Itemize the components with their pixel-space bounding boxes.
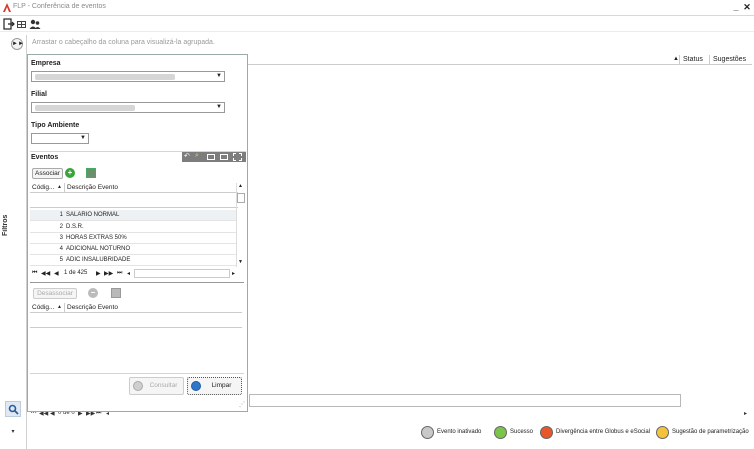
eventos-filter-row[interactable]: [30, 195, 238, 208]
associar-button[interactable]: Associar: [32, 168, 63, 179]
chevron-down-icon: ▼: [216, 73, 222, 79]
filial-select[interactable]: ▼: [31, 102, 225, 113]
legend-label: Sugestão de parametrização: [672, 429, 749, 435]
row-description: ADIC INSALUBRIDADE: [66, 257, 131, 263]
pager-next-button[interactable]: ▶: [96, 270, 101, 277]
legend-dot-success: [494, 426, 507, 439]
table-row[interactable]: 4 ADICIONAL NOTURNO: [30, 244, 236, 255]
row-description: HORAS EXTRAS 50%: [66, 235, 127, 241]
filters-panel: Empresa ▼ Filial ▼ Tipo Ambiente ▼ Event…: [27, 54, 248, 412]
column-descricao[interactable]: Descrição Evento: [67, 184, 118, 191]
associados-grid-header: Códig... ▲ Descrição Evento: [30, 303, 242, 313]
column-codigo[interactable]: Códig...: [32, 184, 54, 191]
table-row[interactable]: 1 SALARIO NORMAL: [30, 210, 236, 221]
columns-icon[interactable]: [220, 154, 228, 160]
eventos-grid-header: Códig... ▲ Descrição Evento: [30, 183, 238, 193]
row-description: SALARIO NORMAL: [66, 212, 120, 218]
expand-icon[interactable]: [233, 153, 242, 161]
filial-label: Filial: [31, 91, 47, 98]
empresa-label: Empresa: [31, 60, 61, 67]
export-icon[interactable]: [16, 18, 28, 30]
users-icon[interactable]: [29, 18, 41, 30]
tipo-ambiente-select[interactable]: ▼: [31, 133, 89, 144]
limpar-label: Limpar: [211, 382, 232, 389]
eventos-toolbar: ↶ ⌕: [182, 152, 246, 162]
row-code: 3: [59, 235, 63, 241]
legend-label: Divergência entre Globus e eSocial: [556, 429, 651, 435]
chevron-down-icon: ▼: [80, 135, 86, 141]
pager-scroll-track[interactable]: [134, 269, 230, 278]
row-description: D.S.R.: [66, 224, 84, 230]
table-add-icon[interactable]: [86, 168, 96, 178]
expand-panel-button[interactable]: ►►: [11, 38, 24, 50]
legend-label: Sucesso: [510, 429, 534, 435]
table-row[interactable]: 5 ADIC INSALUBRIDADE: [30, 255, 236, 266]
undo-icon[interactable]: ↶: [184, 152, 190, 160]
pager-status: 1 de 425: [64, 270, 88, 276]
footer-filter-input[interactable]: [249, 394, 681, 407]
table-remove-icon[interactable]: [111, 288, 121, 298]
legend-item: Sugestão de parametrização: [656, 426, 752, 440]
exit-icon[interactable]: [3, 18, 15, 30]
column-sugestoes[interactable]: Sugestões: [709, 55, 752, 65]
empresa-select[interactable]: ▼: [31, 71, 225, 82]
pager-first-button[interactable]: ⏮: [32, 270, 37, 277]
pager-prev-page-button[interactable]: ◀◀: [41, 270, 50, 277]
legend-dot-inactive: [421, 426, 434, 439]
column-codigo[interactable]: Códig...: [32, 304, 54, 311]
pager-last-button[interactable]: ⏭: [117, 270, 122, 277]
filters-label[interactable]: Filtros: [2, 205, 24, 245]
eventos-scrollbar[interactable]: ▲ ▼: [236, 183, 245, 267]
row-code: 4: [59, 246, 63, 252]
clear-icon: [191, 381, 201, 391]
consultar-label: Consultar: [149, 382, 178, 389]
pager-scroll-left[interactable]: ◂: [127, 270, 130, 277]
sort-arrow-icon: ▲: [57, 304, 62, 310]
legend-item: Evento inativado: [421, 426, 491, 440]
add-icon[interactable]: +: [65, 168, 75, 178]
search-filter-button[interactable]: [5, 401, 21, 417]
column-status[interactable]: Status: [679, 55, 709, 65]
minimize-button[interactable]: _: [731, 2, 741, 13]
eventos-pager: ⏮ ◀◀ ◀ 1 de 425 ▶ ▶▶ ⏭ ◂ ▸: [30, 268, 244, 279]
row-code: 5: [59, 257, 63, 263]
window-title: FLP - Conferência de eventos: [13, 3, 106, 10]
desassociar-button[interactable]: Desassociar: [33, 288, 77, 299]
resize-grip-icon[interactable]: ⋰: [239, 401, 245, 408]
sort-arrow-icon: ▲: [57, 184, 62, 190]
search-icon: [133, 381, 143, 391]
legend-dot-suggestion: [656, 426, 669, 439]
associados-filter-row[interactable]: [30, 315, 242, 328]
eventos-label: Eventos: [31, 154, 59, 161]
grid-icon[interactable]: [207, 154, 215, 160]
chevron-down-icon: ▼: [216, 104, 222, 110]
legend-label: Evento inativado: [437, 429, 482, 435]
app-logo-icon: [3, 3, 11, 12]
search-icon[interactable]: ⌕: [195, 152, 199, 160]
pager-scroll-right[interactable]: ▸: [744, 410, 747, 417]
table-row[interactable]: 2 D.S.R.: [30, 222, 236, 233]
row-description: ADICIONAL NOTURNO: [66, 246, 131, 252]
table-row[interactable]: 3 HORAS EXTRAS 50%: [30, 233, 236, 244]
row-code: 2: [59, 224, 63, 230]
title-bar: FLP - Conferência de eventos _ ✕: [0, 0, 754, 16]
pager-next-page-button[interactable]: ▶▶: [104, 270, 113, 277]
consultar-button[interactable]: Consultar: [129, 377, 184, 395]
row-code: 1: [59, 212, 63, 218]
pager-scroll-right[interactable]: ▸: [232, 270, 235, 277]
column-descricao[interactable]: Descrição Evento: [67, 304, 118, 311]
close-button[interactable]: ✕: [742, 2, 752, 13]
legend-dot-divergence: [540, 426, 553, 439]
limpar-button[interactable]: Limpar: [187, 377, 242, 395]
legend-item: Sucesso: [494, 426, 538, 440]
pager-prev-button[interactable]: ◀: [54, 270, 59, 277]
tipo-ambiente-label: Tipo Ambiente: [31, 122, 80, 129]
chevron-down-icon[interactable]: ▾: [8, 428, 18, 438]
search-icon: [8, 404, 19, 415]
remove-icon[interactable]: −: [88, 288, 98, 298]
toolbar: [0, 16, 754, 32]
legend-item: Divergência entre Globus e eSocial: [540, 426, 652, 440]
group-by-hint: Arrastar o cabeçalho da coluna para visu…: [32, 39, 215, 46]
